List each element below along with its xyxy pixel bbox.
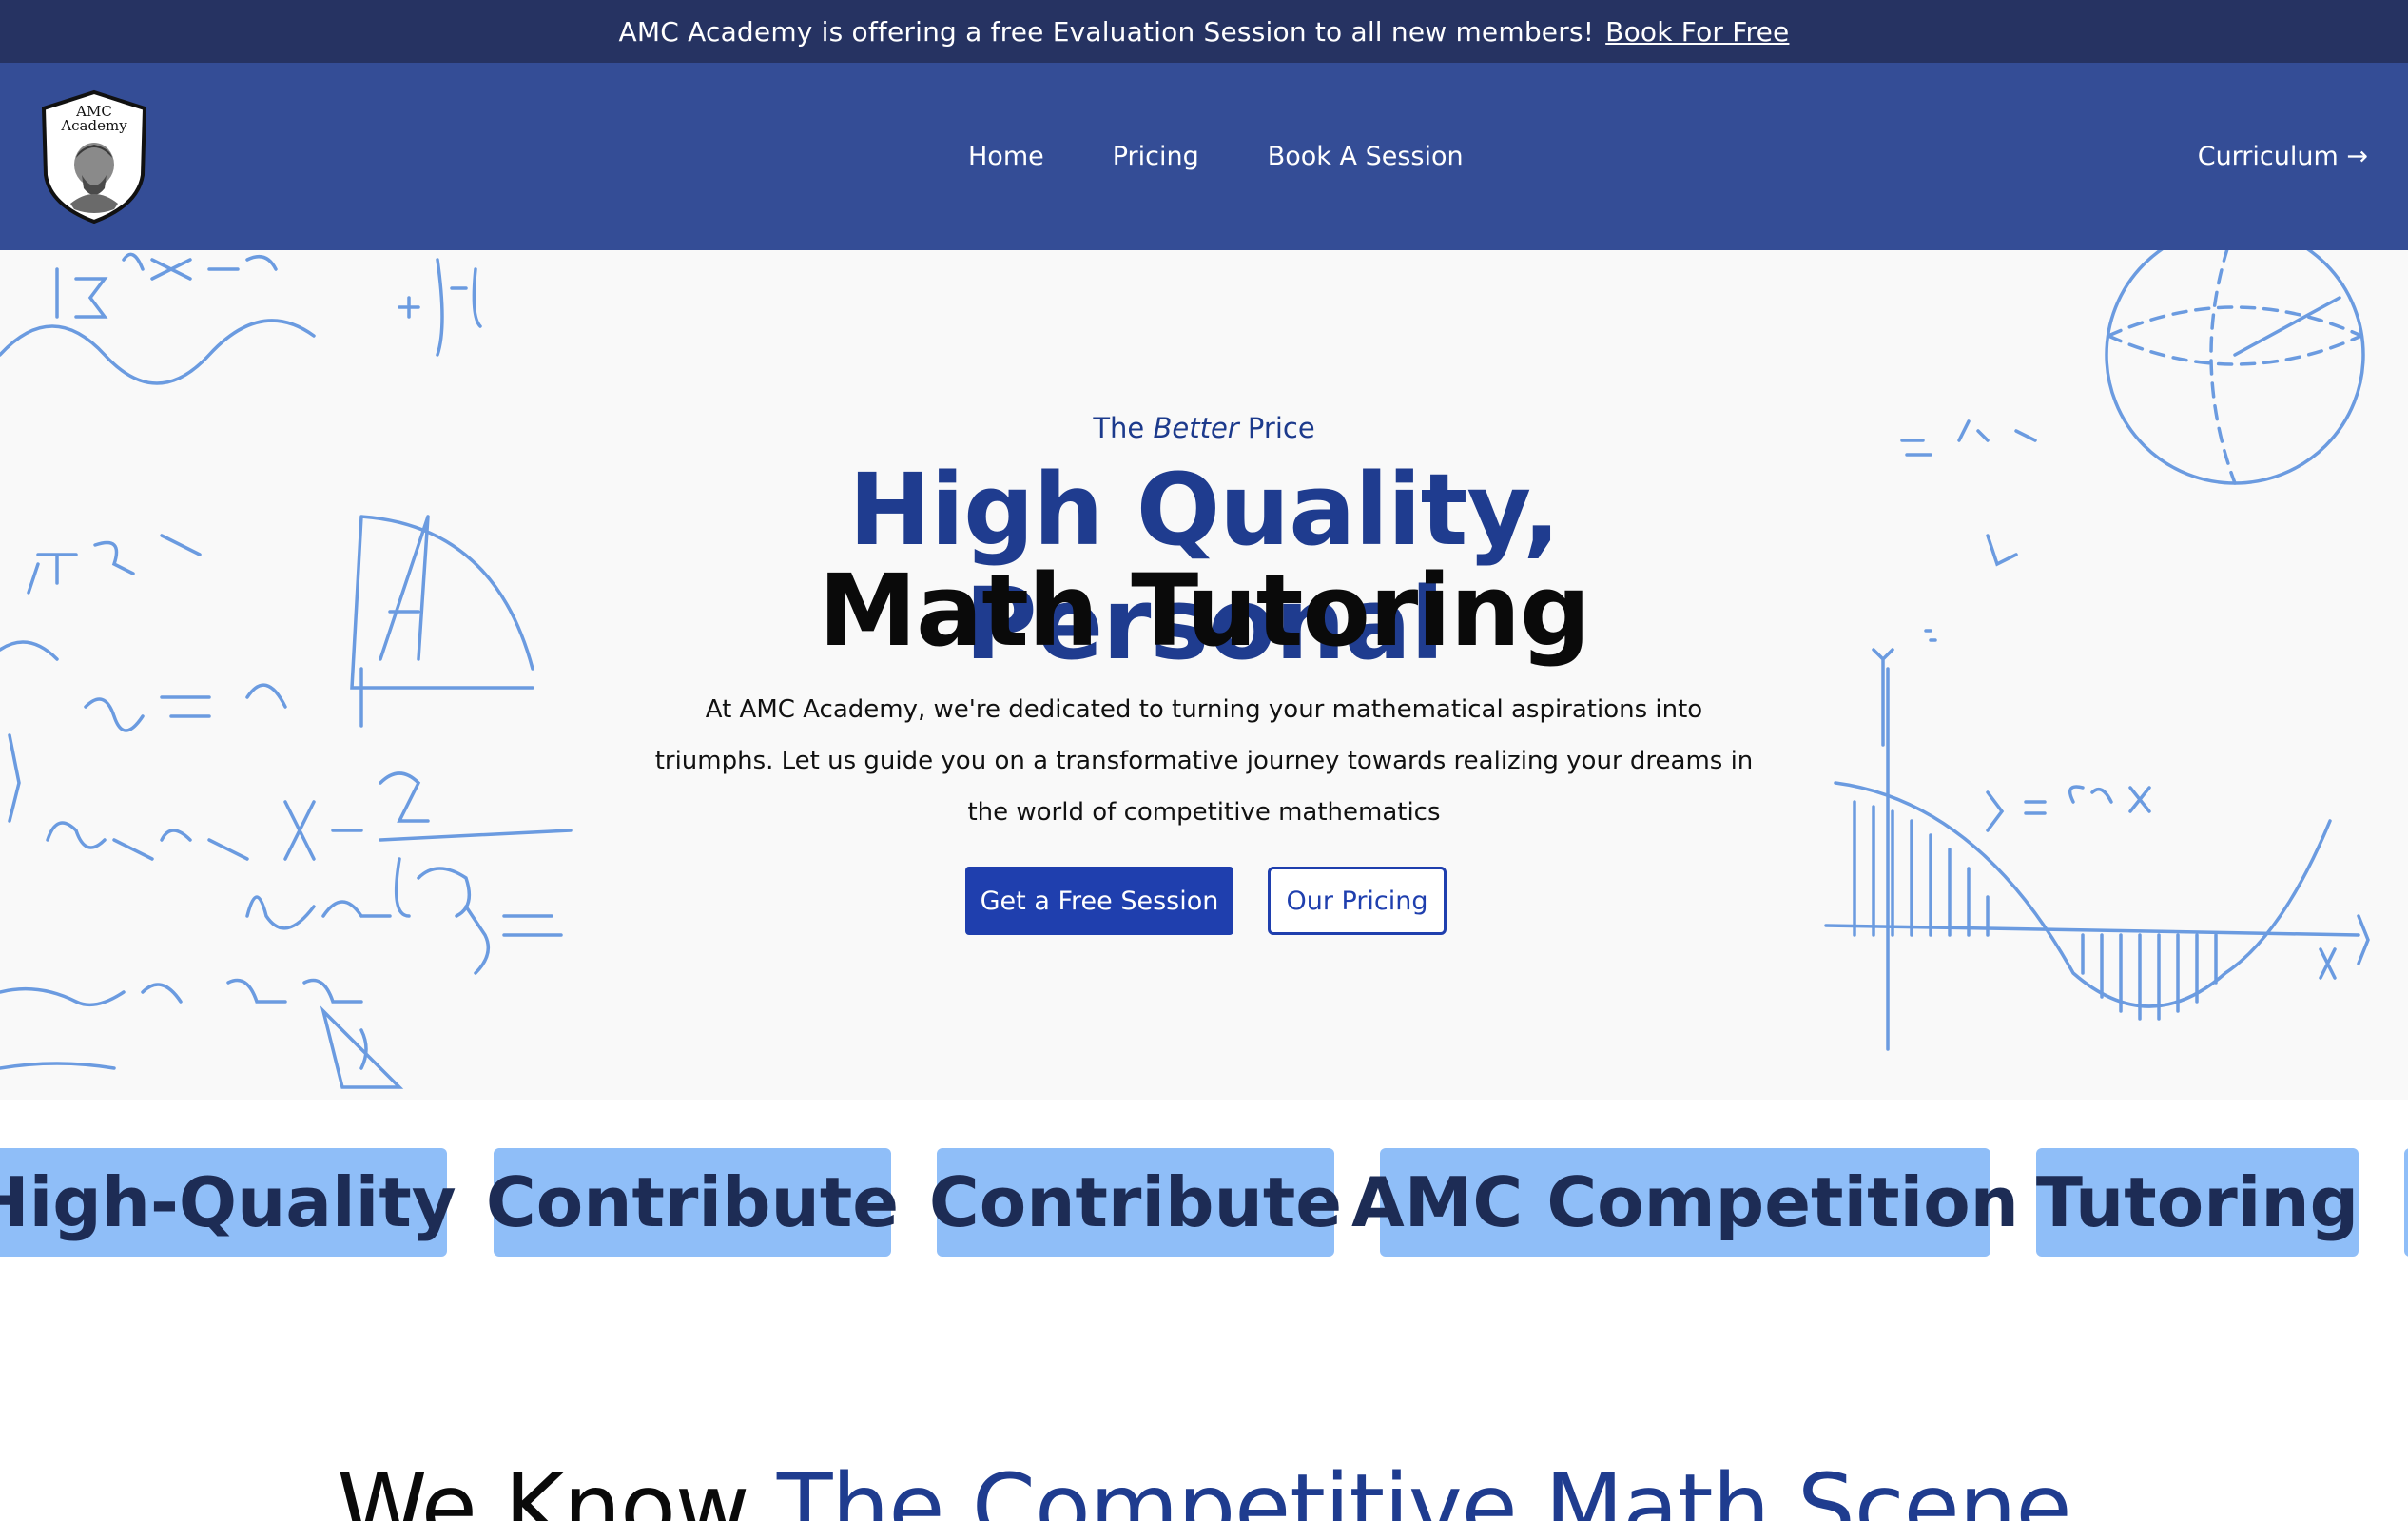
marquee-chip: Contribute bbox=[486, 1148, 899, 1257]
page: AMC Academy is offering a free Evaluatio… bbox=[0, 0, 2408, 1521]
section-heading-plain: We Know bbox=[337, 1454, 777, 1521]
amc-academy-logo[interactable]: AMC Academy bbox=[38, 89, 150, 224]
hero-description: At AMC Academy, we're dedicated to turni… bbox=[654, 695, 1754, 827]
section-heading: We Know The Competitive Math Scene bbox=[0, 1455, 2408, 1521]
announcement-bar: AMC Academy is offering a free Evaluatio… bbox=[0, 0, 2408, 63]
book-for-free-link[interactable]: Book For Free bbox=[1605, 16, 1789, 48]
eyebrow-text-better: Better bbox=[1153, 412, 1239, 444]
nav-link-book-a-session[interactable]: Book A Session bbox=[1268, 142, 1464, 171]
section-heading-accent: The Competitive Math Scene bbox=[776, 1454, 2072, 1521]
eyebrow-text-start: The bbox=[1093, 412, 1154, 444]
marquee-chip: Contribute bbox=[929, 1148, 1342, 1257]
main-navbar: AMC Academy Home Pricing Book A Session … bbox=[0, 63, 2408, 250]
nav-link-home[interactable]: Home bbox=[968, 142, 1044, 171]
marquee-chip: Tutoring bbox=[2036, 1148, 2359, 1257]
curriculum-link[interactable]: Curriculum → bbox=[2198, 63, 2368, 250]
hero-headline-line-2: Math Tutoring bbox=[818, 553, 1591, 669]
marquee-chip-partial bbox=[2404, 1148, 2408, 1257]
math-doodle-left-illustration bbox=[0, 252, 573, 1089]
marquee-chip: High-Quality bbox=[0, 1148, 456, 1257]
hero-eyebrow: The Better Price bbox=[628, 412, 1780, 444]
get-free-session-button[interactable]: Get a Free Session bbox=[965, 867, 1233, 935]
eyebrow-text-end: Price bbox=[1238, 412, 1315, 444]
nav-links: Home Pricing Book A Session bbox=[968, 63, 1532, 250]
announcement-text: AMC Academy is offering a free Evaluatio… bbox=[618, 15, 1595, 48]
marquee-chip: AMC Competition bbox=[1351, 1148, 2019, 1257]
math-doodle-right-illustration bbox=[1824, 250, 2370, 1051]
hero-section: The Better Price High Quality, Personal … bbox=[0, 250, 2408, 1100]
feature-marquee: High-Quality Contribute Contribute AMC C… bbox=[0, 1148, 2408, 1258]
logo-text-academy: Academy bbox=[60, 117, 127, 134]
our-pricing-button[interactable]: Our Pricing bbox=[1268, 867, 1447, 935]
nav-link-pricing[interactable]: Pricing bbox=[1113, 142, 1199, 171]
